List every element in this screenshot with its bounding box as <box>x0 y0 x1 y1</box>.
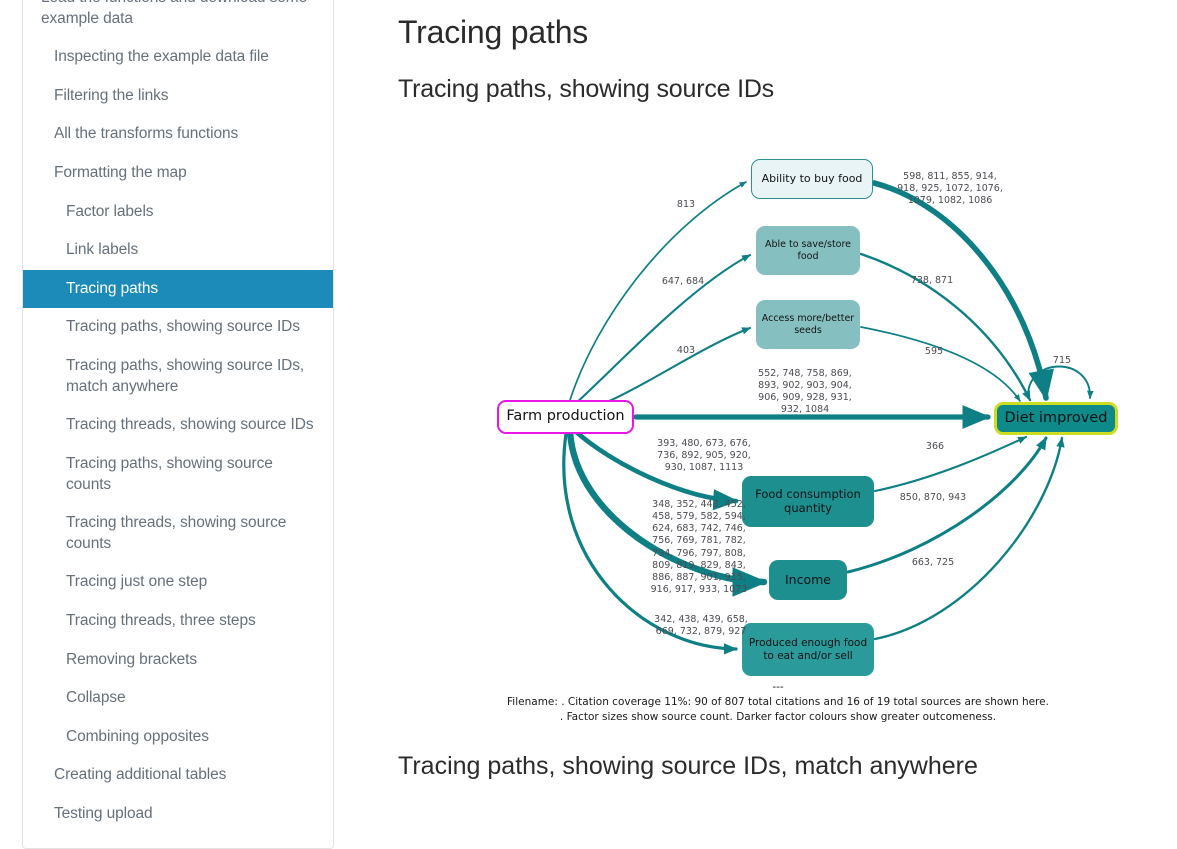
caption-dashes: --- <box>772 681 784 693</box>
edge-label-ability-to-diet: 598, 811, 855, 914, 918, 925, 1072, 1076… <box>897 171 1003 207</box>
sidebar-item-tracing-paths-showing-source-counts[interactable]: Tracing paths, showing source counts <box>23 445 333 504</box>
edge-farm-to-ability <box>569 181 747 401</box>
toc-sidebar[interactable]: Load the functions and download some exa… <box>22 0 334 849</box>
edge-label-to-income: 348, 352, 443, 452, 458, 579, 582, 594, … <box>650 499 748 596</box>
caption-line-1: Filename: . Citation coverage 11%: 90 of… <box>507 696 1049 709</box>
sidebar-item-tracing-just-one-step[interactable]: Tracing just one step <box>23 563 333 602</box>
edge-produced-to-diet <box>873 436 1065 641</box>
edge-seeds-to-diet <box>860 326 1021 402</box>
node-ability-to-buy-food[interactable]: Ability to buy food <box>751 159 873 199</box>
node-diet-improved[interactable]: Diet improved <box>994 402 1118 435</box>
edge-label-to-able-to-save-store-food: 647, 684 <box>661 276 705 287</box>
next-section-title: Tracing paths, showing source IDs, match… <box>398 752 978 780</box>
sidebar-item-removing-brackets[interactable]: Removing brackets <box>23 641 333 680</box>
edge-label-food-consumption-to-diet: 366 <box>925 441 945 452</box>
sidebar-item-tracing-threads-showing-source-counts[interactable]: Tracing threads, showing source counts <box>23 504 333 563</box>
sidebar-item-tracing-paths[interactable]: Tracing paths <box>23 269 333 309</box>
sidebar-item-testing-upload[interactable]: Testing upload <box>23 795 333 834</box>
edge-income-to-diet <box>846 436 1048 574</box>
edge-label-income-to-diet: 850, 870, 943 <box>899 492 967 503</box>
node-farm-production[interactable]: Farm production <box>497 400 634 434</box>
edge-label-to-produced-enough-food: 342, 438, 439, 658, 669, 732, 879, 927 <box>654 614 748 638</box>
sidebar-item-collapse[interactable]: Collapse <box>23 679 333 718</box>
figure-caption: --- Filename: . Citation coverage 11%: 9… <box>398 680 1158 726</box>
edge-label-to-ability-to-buy-food: 813 <box>676 199 696 210</box>
edge-ability-to-diet <box>871 180 1054 402</box>
edge-label-diet-self-loop: 715 <box>1052 355 1072 366</box>
caption-line-2: . Factor sizes show source count. Darker… <box>559 711 997 724</box>
sidebar-item-load-the-functions-and-download-some-example-data[interactable]: Load the functions and download some exa… <box>23 0 333 38</box>
sidebar-item-tracing-threads-three-steps[interactable]: Tracing threads, three steps <box>23 602 333 641</box>
page-title: Tracing paths <box>398 14 589 50</box>
sidebar-item-formatting-the-map[interactable]: Formatting the map <box>23 154 333 193</box>
sidebar-item-tracing-paths-showing-source-ids-match-anywhere[interactable]: Tracing paths, showing source IDs, match… <box>23 347 333 406</box>
sidebar-item-filtering-the-links[interactable]: Filtering the links <box>23 77 333 116</box>
sidebar-item-factor-labels[interactable]: Factor labels <box>23 193 333 232</box>
edge-label-to-access-more-better-seeds: 403 <box>676 345 696 356</box>
edge-label-to-food-consumption: 393, 480, 673, 676, 736, 892, 905, 920, … <box>657 438 751 474</box>
node-access-more-better-seeds[interactable]: Access more/better seeds <box>756 300 860 349</box>
edge-label-save-store-to-diet: 738, 871 <box>910 275 954 286</box>
node-able-to-save-store-food[interactable]: Able to save/store food <box>756 226 860 275</box>
main-content: Tracing paths Tracing paths, showing sou… <box>398 0 1158 104</box>
sidebar-item-tracing-threads-showing-source-ids[interactable]: Tracing threads, showing source IDs <box>23 406 333 445</box>
edge-label-produced-to-diet: 663, 725 <box>911 557 955 568</box>
sidebar-item-creating-additional-tables[interactable]: Creating additional tables <box>23 756 333 795</box>
sidebar-item-link-labels[interactable]: Link labels <box>23 231 333 270</box>
node-income[interactable]: Income <box>769 560 847 600</box>
causal-map-figure: Farm production Diet improved Ability to b… <box>398 120 1158 740</box>
sidebar-item-all-the-transforms-functions[interactable]: All the transforms functions <box>23 115 333 154</box>
edge-label-farm-to-diet-direct: 552, 748, 758, 869, 893, 902, 903, 904, … <box>758 368 852 416</box>
sidebar-item-combining-opposites[interactable]: Combining opposites <box>23 718 333 757</box>
sidebar-item-inspecting-the-example-data-file[interactable]: Inspecting the example data file <box>23 38 333 77</box>
edge-label-seeds-to-diet: 595 <box>924 346 944 357</box>
section-title: Tracing paths, showing source IDs <box>398 75 774 103</box>
sidebar-item-tracing-paths-showing-source-ids[interactable]: Tracing paths, showing source IDs <box>23 308 333 347</box>
